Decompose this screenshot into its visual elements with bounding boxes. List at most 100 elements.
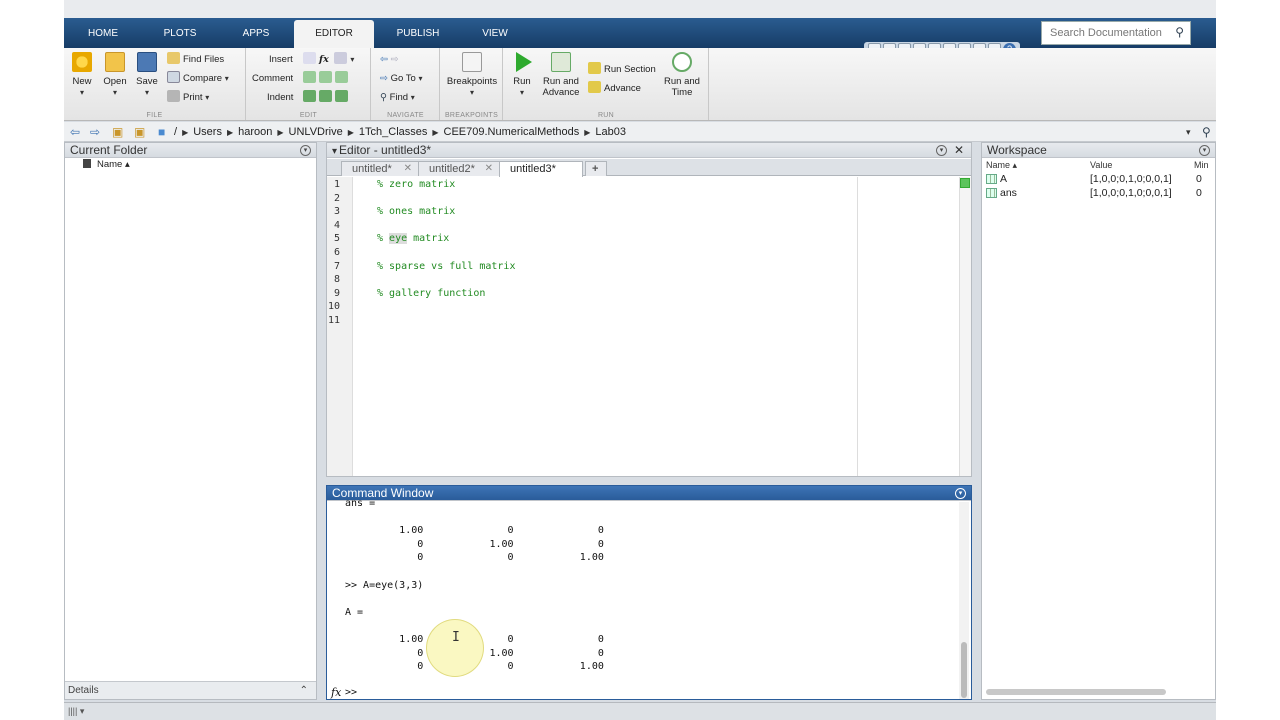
editor-title-bar: ▾ Editor - untitled3* ▾ ✕ [327, 143, 971, 158]
tab-view[interactable]: VIEW [460, 22, 530, 48]
min-column-header[interactable]: Min [1194, 159, 1209, 172]
comment-button[interactable]: Comment [252, 71, 293, 87]
breadcrumb-item[interactable]: UNLVDrive [289, 126, 343, 138]
panel-menu-icon[interactable]: ▾ [300, 145, 311, 156]
new-tab-button[interactable]: + [585, 161, 607, 176]
decrease-indent-icon[interactable] [335, 90, 348, 102]
tab-plots[interactable]: PLOTS [142, 22, 218, 48]
chevron-right-icon[interactable]: ▶ [432, 128, 438, 137]
search-folder-icon[interactable]: ⚲ [1202, 122, 1211, 142]
breadcrumb-item[interactable]: 1Tch_Classes [359, 126, 427, 138]
wrap-comment-icon[interactable] [335, 71, 348, 83]
uncomment-icon[interactable] [319, 71, 332, 83]
breadcrumb-item[interactable]: Lab03 [595, 126, 626, 138]
insert-section-icon[interactable] [303, 52, 316, 64]
compare-button[interactable]: Compare ▾ [167, 71, 229, 87]
code-line[interactable]: % zero matrix [377, 179, 455, 190]
tab-publish[interactable]: PUBLISH [378, 22, 458, 48]
panel-menu-icon[interactable]: ▾ [1199, 145, 1210, 156]
tab-untitled[interactable]: untitled* ✕ [341, 161, 419, 176]
run-section-button[interactable]: Run Section [588, 62, 656, 78]
advance-button[interactable]: Advance [588, 81, 641, 97]
breadcrumb-item[interactable]: CEE709.NumericalMethods [444, 126, 580, 138]
chevron-down-icon[interactable]: ▾ [1186, 122, 1191, 142]
find-button[interactable]: ⚲ Find ▾ [380, 90, 415, 106]
smart-indent-icon[interactable] [303, 90, 316, 102]
print-button[interactable]: Print ▾ [167, 90, 209, 106]
search-documentation-input[interactable]: Search Documentation ⚲ [1041, 21, 1191, 45]
tab-label: untitled3* [510, 163, 556, 175]
back-icon[interactable]: ⇦ [380, 54, 388, 65]
panel-menu-icon[interactable]: ▾ [955, 488, 966, 499]
name-column-header[interactable]: Name ▴ [83, 159, 130, 170]
panel-menu-icon[interactable]: ▾ [936, 145, 947, 156]
open-button[interactable]: Open ▾ [102, 52, 128, 98]
collapse-icon[interactable]: ▾ [332, 146, 337, 157]
run-button[interactable]: Run ▾ [508, 52, 536, 98]
run-group: Run ▾ Run and Advance Run Section Advanc… [504, 48, 709, 120]
code-analyzer-status-icon[interactable] [960, 178, 970, 188]
command-scrollbar[interactable] [959, 502, 969, 699]
tab-home[interactable]: HOME [66, 22, 140, 48]
close-tab-icon[interactable]: ✕ [485, 162, 493, 176]
table-row[interactable]: ans [1,0,0;0,1,0;0,0,1] 0 [982, 186, 1215, 200]
command-window-output[interactable]: ans = 1.00 0 0 0 1.00 0 0 0 1.00 >> A=eye… [327, 498, 971, 699]
indent-button[interactable]: Indent [267, 90, 293, 106]
fx-icon[interactable]: fx [331, 686, 341, 699]
command-prompt[interactable]: >> [345, 687, 357, 698]
horizontal-scrollbar[interactable] [986, 689, 1166, 695]
breadcrumb-item[interactable]: haroon [238, 126, 272, 138]
code-area[interactable]: 1 2 3 4 5 6 7 8 9 10 11 % zero matrix % ones matrix… [327, 177, 971, 476]
back-icon[interactable]: ⇦ [70, 122, 80, 142]
code-line[interactable]: % sparse vs full matrix [377, 261, 515, 272]
insert-button[interactable]: Insert [269, 52, 293, 68]
command-output-line: 0 0 1.00 [345, 552, 604, 564]
chevron-up-icon[interactable]: ⌃ [300, 682, 308, 699]
save-button[interactable]: Save ▾ [134, 52, 160, 98]
code-line[interactable]: % gallery function [377, 288, 485, 299]
forward-icon[interactable]: ⇨ [391, 54, 399, 65]
browse-folder-icon[interactable]: ▣ [134, 122, 145, 142]
chevron-right-icon[interactable]: ▶ [277, 128, 283, 137]
forward-icon[interactable]: ⇨ [90, 122, 100, 142]
indent-label: Indent [267, 92, 294, 103]
table-row[interactable]: A [1,0,0;0,1,0;0,0,1] 0 [982, 172, 1215, 186]
chevron-right-icon[interactable]: ▶ [227, 128, 233, 137]
insert-function-icon[interactable] [334, 52, 348, 64]
breadcrumb-item[interactable]: / [174, 126, 177, 138]
breakpoints-button[interactable]: Breakpoints ▾ [445, 52, 499, 98]
matlab-window: HOME PLOTS APPS EDITOR PUBLISH VIEW ? ⇥ … [64, 0, 1216, 720]
details-bar[interactable]: Details ⌃ [65, 681, 316, 699]
chevron-right-icon[interactable]: ▶ [182, 128, 188, 137]
back-forward-icons: ⇦ ⇨ [380, 52, 399, 68]
tab-apps[interactable]: APPS [220, 22, 292, 48]
code-line[interactable]: % eye matrix [377, 233, 449, 245]
search-icon[interactable]: ⚲ [1175, 25, 1184, 39]
comment-percent-icon[interactable] [303, 71, 316, 83]
fx-icon[interactable]: fx [319, 54, 329, 65]
line-number: 5 [333, 233, 340, 245]
scrollbar-thumb[interactable] [961, 642, 967, 698]
chevron-right-icon[interactable]: ▶ [348, 128, 354, 137]
line-number: 4 [333, 219, 340, 231]
close-icon[interactable]: ✕ [954, 143, 964, 158]
chevron-right-icon[interactable]: ▶ [584, 128, 590, 137]
breadcrumb-item[interactable]: Users [193, 126, 222, 138]
goto-button[interactable]: ⇨ Go To ▾ [380, 71, 422, 87]
tab-untitled2[interactable]: untitled2* ✕ [418, 161, 500, 176]
increase-indent-icon[interactable] [319, 90, 332, 102]
editor-scrollbar[interactable] [959, 177, 971, 476]
code-text: % [377, 233, 390, 245]
up-folder-icon[interactable]: ▣ [112, 122, 123, 142]
tab-editor[interactable]: EDITOR [294, 20, 374, 50]
tab-untitled3[interactable]: untitled3* [499, 161, 583, 177]
value-column-header[interactable]: Value [1090, 159, 1112, 172]
run-and-advance-button[interactable]: Run and Advance [540, 52, 582, 98]
find-files-button[interactable]: Find Files [167, 52, 224, 68]
name-column-header[interactable]: Name ▴ [986, 159, 1017, 172]
close-tab-icon[interactable]: ✕ [404, 162, 412, 176]
new-button[interactable]: New ▾ [70, 52, 94, 98]
line-number: 3 [333, 206, 340, 218]
run-and-time-button[interactable]: Run and Time [660, 52, 704, 98]
code-line[interactable]: % ones matrix [377, 206, 455, 217]
